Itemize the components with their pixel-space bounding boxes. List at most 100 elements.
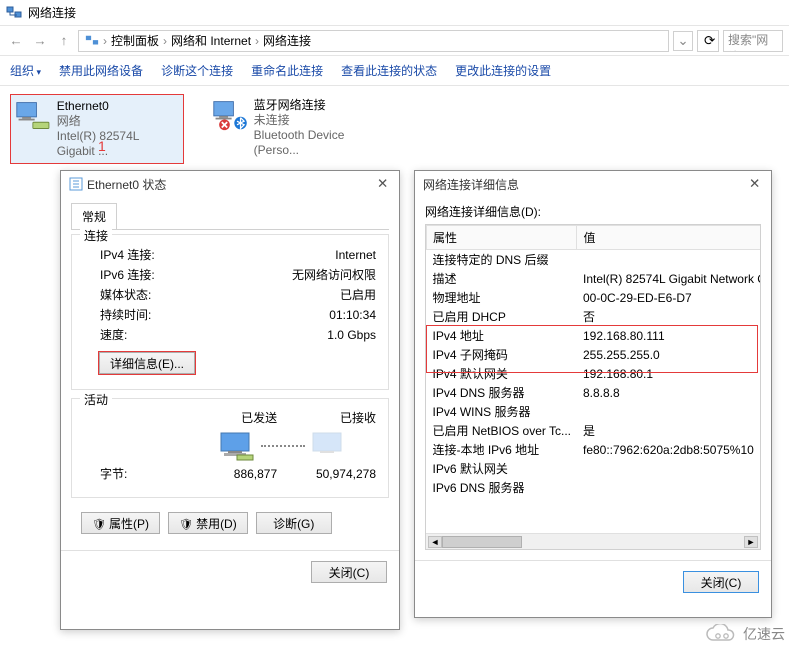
activity-graphic: [84, 431, 376, 461]
connection-legend: 连接: [80, 227, 112, 244]
col-property[interactable]: 属性: [427, 226, 577, 250]
scroll-left-arrow[interactable]: ◄: [428, 536, 442, 548]
horizontal-scrollbar[interactable]: ◄ ►: [426, 533, 760, 549]
duration-value: 01:10:34: [329, 305, 376, 325]
table-row[interactable]: 已启用 DHCP否: [427, 307, 762, 326]
val-cell: Intel(R) 82574L Gigabit Network Connec: [577, 269, 761, 288]
close-button[interactable]: 关闭(C): [311, 561, 387, 583]
change-settings-link[interactable]: 更改此连接的设置: [455, 62, 551, 79]
connection-status: 未连接: [254, 113, 378, 128]
ipv6-conn-value: 无网络访问权限: [292, 265, 376, 285]
close-icon[interactable]: ✕: [371, 175, 391, 193]
details-dialog-title: 网络连接详细信息: [423, 176, 519, 193]
disable-button[interactable]: 禁用(D): [168, 512, 248, 534]
properties-button[interactable]: 属性(P): [81, 512, 160, 534]
computer-icon-faded: [311, 431, 347, 461]
connection-device: Intel(R) 82574L Gigabit ...: [57, 129, 179, 159]
ipv4-conn-value: Internet: [335, 245, 376, 265]
close-icon[interactable]: ✕: [743, 175, 763, 193]
command-bar: 组织 禁用此网络设备 诊断这个连接 重命名此连接 查看此连接的状态 更改此连接的…: [0, 56, 789, 86]
prop-cell: IPv6 默认网关: [427, 459, 577, 478]
prop-cell: 连接特定的 DNS 后缀: [427, 250, 577, 270]
prop-cell: 已启用 DHCP: [427, 307, 577, 326]
connections-area: Ethernet0 网络 Intel(R) 82574L Gigabit ...…: [0, 86, 789, 172]
network-connections-icon: [6, 5, 22, 21]
details-dialog: 网络连接详细信息 ✕ 网络连接详细信息(D): 属性 值 连接特定的 DNS 后…: [414, 170, 772, 618]
tabs: 常规: [71, 203, 389, 230]
breadcrumb-dropdown[interactable]: ⌄: [673, 31, 693, 51]
table-row[interactable]: 物理地址00-0C-29-ED-E6-D7: [427, 288, 762, 307]
prop-cell: IPv4 WINS 服务器: [427, 402, 577, 421]
address-bar: ← → ↑ › 控制面板 › 网络和 Internet › 网络连接 ⌄ ⟳ 搜…: [0, 26, 789, 56]
val-cell: 是: [577, 421, 761, 440]
computer-icon: [219, 431, 255, 461]
bytes-label: 字节:: [84, 465, 178, 483]
speed-label: 速度:: [84, 325, 127, 345]
sent-label: 已发送: [178, 409, 277, 427]
refresh-button[interactable]: ⟳: [697, 30, 719, 52]
scroll-thumb[interactable]: [442, 536, 522, 548]
media-state-value: 已启用: [340, 285, 376, 305]
breadcrumb[interactable]: › 控制面板 › 网络和 Internet › 网络连接: [78, 30, 669, 52]
scroll-right-arrow[interactable]: ►: [744, 536, 758, 548]
table-row[interactable]: IPv6 默认网关: [427, 459, 762, 478]
table-row[interactable]: 描述Intel(R) 82574L Gigabit Network Connec: [427, 269, 762, 288]
connection-item-ethernet0[interactable]: Ethernet0 网络 Intel(R) 82574L Gigabit ...: [10, 94, 184, 164]
nav-up-button[interactable]: ↑: [54, 31, 74, 51]
prop-cell: 物理地址: [427, 288, 577, 307]
speed-value: 1.0 Gbps: [327, 325, 376, 345]
network-icon: [85, 34, 99, 48]
duration-label: 持续时间:: [84, 305, 151, 325]
prop-cell: 连接-本地 IPv6 地址: [427, 440, 577, 459]
breadcrumb-item[interactable]: 控制面板: [111, 32, 159, 49]
close-button[interactable]: 关闭(C): [683, 571, 759, 593]
ipv6-conn-label: IPv6 连接:: [84, 265, 155, 285]
breadcrumb-item[interactable]: 网络连接: [263, 32, 311, 49]
diagnose-button[interactable]: 诊断(G): [256, 512, 332, 534]
connection-group: 连接 IPv4 连接:Internet IPv6 连接:无网络访问权限 媒体状态…: [71, 234, 389, 390]
table-row[interactable]: IPv4 WINS 服务器: [427, 402, 762, 421]
connection-device: Bluetooth Device (Perso...: [254, 128, 378, 158]
val-cell: [577, 478, 761, 497]
prop-cell: IPv6 DNS 服务器: [427, 478, 577, 497]
details-caption: 网络连接详细信息(D):: [425, 203, 761, 220]
received-label: 已接收: [277, 409, 376, 427]
table-row[interactable]: IPv6 DNS 服务器: [427, 478, 762, 497]
search-input[interactable]: 搜索"网络: [723, 30, 783, 52]
rename-link[interactable]: 重命名此连接: [251, 62, 323, 79]
diagnose-link[interactable]: 诊断这个连接: [161, 62, 233, 79]
table-row[interactable]: IPv4 DNS 服务器8.8.8.8: [427, 383, 762, 402]
val-cell: [577, 250, 761, 270]
val-cell: [577, 459, 761, 478]
breadcrumb-item[interactable]: 网络和 Internet: [171, 32, 251, 49]
details-table-wrap: 属性 值 连接特定的 DNS 后缀描述Intel(R) 82574L Gigab…: [425, 224, 761, 550]
nav-back-button[interactable]: ←: [6, 31, 26, 51]
ipv4-conn-label: IPv4 连接:: [84, 245, 155, 265]
details-button[interactable]: 详细信息(E)...: [99, 352, 195, 374]
explorer-titlebar: 网络连接: [0, 0, 789, 26]
status-dialog: Ethernet0 状态 ✕ 常规 连接 IPv4 连接: Internet IP…: [60, 170, 400, 630]
table-row[interactable]: 连接-本地 IPv6 地址fe80::7962:620a:2db8:5075%1…: [427, 440, 762, 459]
col-value[interactable]: 值: [577, 226, 761, 250]
disable-device-link[interactable]: 禁用此网络设备: [59, 62, 143, 79]
activity-legend: 活动: [80, 391, 112, 408]
window-title: 网络连接: [28, 4, 76, 21]
tab-general[interactable]: 常规: [71, 203, 117, 229]
table-row[interactable]: 已启用 NetBIOS over Tc...是: [427, 421, 762, 440]
nav-forward-button[interactable]: →: [30, 31, 50, 51]
organize-menu[interactable]: 组织: [10, 62, 41, 79]
watermark: 亿速云: [705, 624, 785, 644]
view-status-link[interactable]: 查看此连接的状态: [341, 62, 437, 79]
status-dialog-title: Ethernet0 状态: [87, 176, 166, 193]
bluetooth-adapter-icon: [212, 98, 248, 132]
val-cell: [577, 402, 761, 421]
connection-name: 蓝牙网络连接: [254, 98, 378, 113]
table-row[interactable]: 连接特定的 DNS 后缀: [427, 250, 762, 270]
media-state-label: 媒体状态:: [84, 285, 151, 305]
activity-arrows-icon: [261, 445, 305, 447]
cloud-icon: [705, 624, 739, 644]
val-cell: 00-0C-29-ED-E6-D7: [577, 288, 761, 307]
connection-item-bluetooth[interactable]: 蓝牙网络连接 未连接 Bluetooth Device (Perso...: [208, 94, 382, 164]
annotation-label-1: 1: [98, 138, 106, 154]
ethernet-adapter-icon: [15, 99, 51, 133]
